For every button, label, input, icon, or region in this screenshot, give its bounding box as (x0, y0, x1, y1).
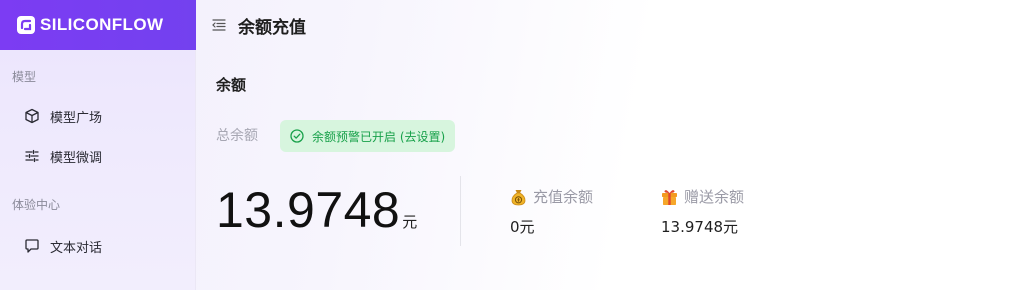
sidebar-item-label: 模型广场 (50, 110, 103, 126)
sidebar-item-text-chat[interactable]: 文本对话 (0, 226, 195, 266)
sidebar-item-model-finetune[interactable]: 模型微调 (0, 136, 195, 176)
sidebar-item-label: 模型微调 (50, 150, 103, 166)
total-balance: 13.9748 元 (216, 180, 417, 240)
brand-bar[interactable]: SILICONFLOW (0, 0, 196, 50)
brand-name: SILICONFLOW (40, 15, 164, 34)
gift-balance-value: 13.9748元 (661, 218, 739, 236)
total-balance-unit: 元 (402, 213, 418, 231)
money-bag-icon (510, 188, 527, 206)
balance-alert-badge[interactable]: 余额预警已开启 (去设置) (280, 120, 456, 152)
sidebar-item-label: 文本对话 (50, 240, 103, 256)
top-header: 余额充值 (196, 0, 1010, 50)
recharge-balance-card: 充值余额 0元 (510, 186, 593, 237)
recharge-balance-label: 充值余额 (533, 188, 594, 206)
sidebar-item-model-square[interactable]: 模型广场 (0, 96, 195, 136)
check-circle-icon (290, 129, 304, 143)
page-title: 余额充值 (238, 17, 306, 38)
sidebar-group-playground: 体验中心 (12, 198, 61, 212)
total-balance-label: 总余额 (216, 128, 258, 144)
cube-icon (24, 108, 40, 124)
collapse-sidebar-icon[interactable] (212, 18, 226, 32)
total-balance-amount: 13.9748 (216, 182, 401, 238)
gift-icon (661, 188, 678, 206)
sidebar-group-models: 模型 (12, 70, 37, 84)
gift-balance-label: 赠送余额 (684, 188, 745, 206)
balance-alert-text: 余额预警已开启 (去设置) (312, 129, 446, 144)
gift-balance-card: 赠送余额 13.9748元 (661, 186, 744, 237)
recharge-balance-value: 0元 (510, 218, 535, 236)
sliders-icon (24, 148, 40, 164)
balance-section-title: 余额 (216, 76, 247, 94)
siliconflow-logo-icon (16, 15, 36, 35)
sidebar: SILICONFLOW 模型 模型广场 模型微调 体验中心 文本对话 (0, 0, 196, 290)
divider (460, 176, 461, 246)
chat-icon (24, 238, 40, 254)
